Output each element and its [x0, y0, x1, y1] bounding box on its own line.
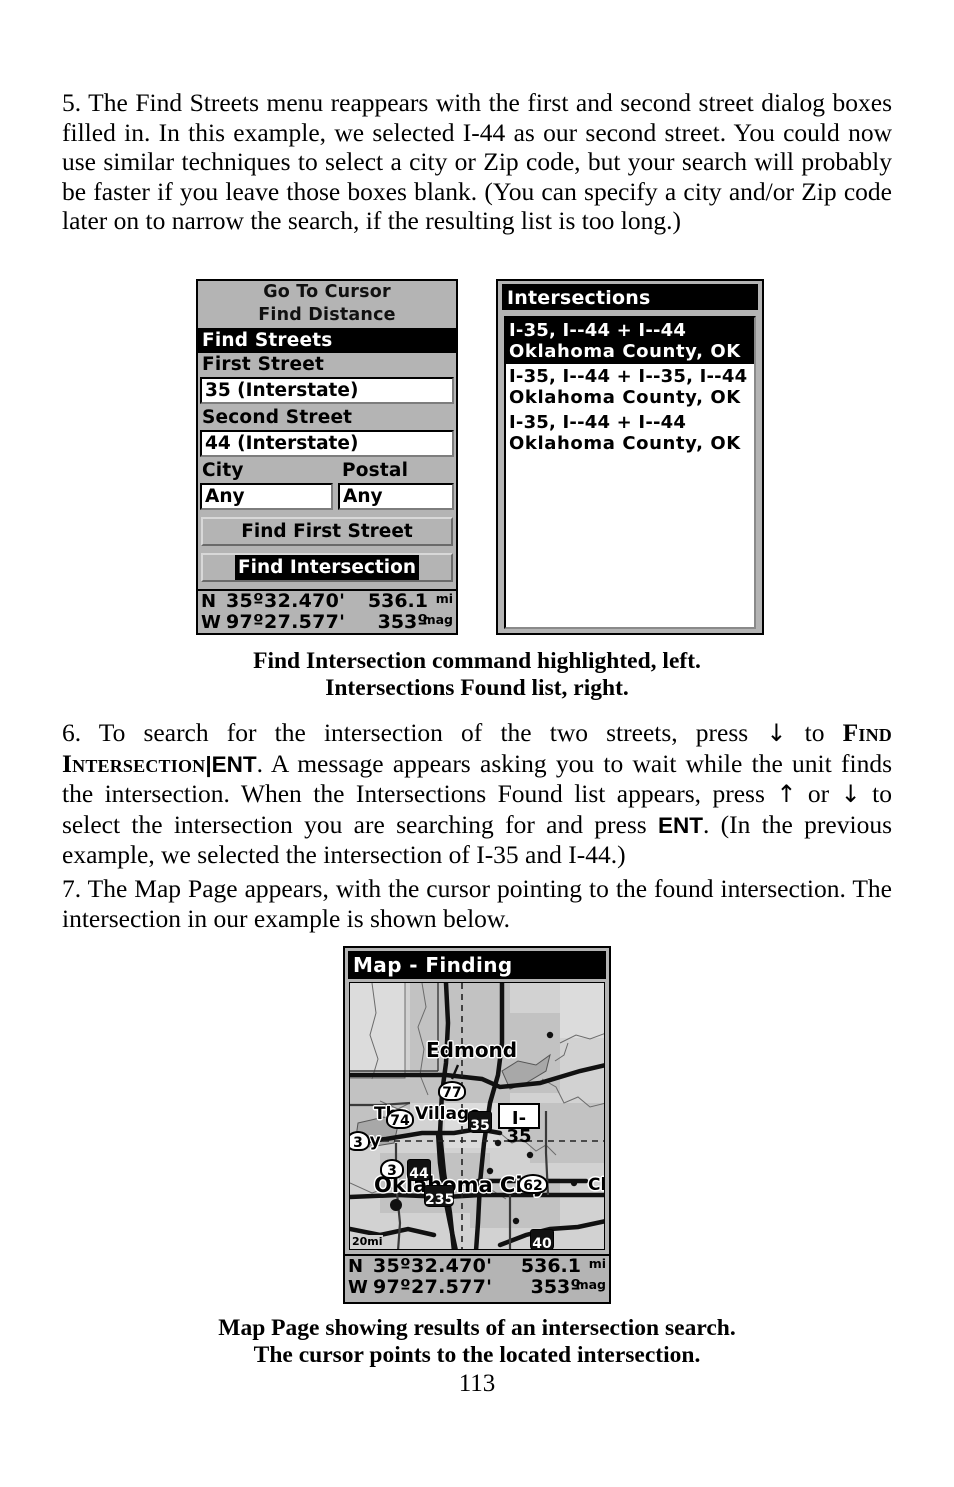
- shield-interstate-35: 35: [468, 1111, 492, 1133]
- figure-1-caption-line-1: Find Intersection command highlighted, l…: [253, 648, 701, 674]
- figure-1-caption: Find Intersection command highlighted, l…: [0, 648, 954, 701]
- map-label-ch: Ch: [588, 1175, 604, 1195]
- up-arrow-icon: ↑: [776, 780, 797, 809]
- waypoint-label-box: I-35: [498, 1103, 540, 1146]
- map-status-bar: N 35º32.470' 536.1 mi W 97º27.577' 353º …: [345, 1254, 609, 1300]
- map-bearing-unit: mag: [575, 1277, 606, 1292]
- longitude-value: 97º27.577': [226, 611, 346, 633]
- shield-us-62: 62: [518, 1174, 548, 1194]
- figure-1-caption-line-2: Intersections Found list, right.: [325, 674, 629, 701]
- figure-2-caption: Map Page showing results of an intersect…: [0, 1315, 954, 1368]
- figure-2-caption-line-2: The cursor points to the located interse…: [253, 1341, 701, 1368]
- paragraph-step-7: 7. The Map Page appears, with the cursor…: [62, 874, 892, 933]
- list-item-location: Oklahoma County, OK: [509, 387, 741, 408]
- latitude-value: 35º32.470': [226, 590, 346, 612]
- first-street-input[interactable]: 35 (Interstate): [200, 377, 454, 404]
- shield-us-3-west: 3: [350, 1131, 370, 1151]
- key-ent-2: ENT: [657, 812, 703, 838]
- list-item-streets: I-35, I--44 + I--44: [509, 320, 687, 341]
- second-street-label: Second Street: [198, 406, 456, 430]
- shield-interstate-235: 235: [424, 1185, 454, 1207]
- map-label-edmond: Edmond: [426, 1038, 518, 1062]
- intersections-found-screen: Intersections I-35, I--44 + I--44 Oklaho…: [496, 279, 764, 635]
- p6-text-d: or: [796, 779, 841, 809]
- map-scale-label: 20mi: [352, 1235, 383, 1248]
- map-page-title: Map - Finding Waypoint: [348, 951, 606, 1005]
- bearing-value: 353º: [377, 611, 428, 633]
- shield-us-74: 74: [386, 1109, 414, 1129]
- longitude-hemisphere: W: [201, 612, 221, 633]
- shield-interstate-40: 40: [530, 1229, 554, 1249]
- menu-item-find-distance[interactable]: Find Distance: [198, 304, 456, 327]
- menu-item-go-to-cursor[interactable]: Go To Cursor: [198, 281, 456, 304]
- list-item-location: Oklahoma County, OK: [509, 433, 741, 454]
- map-longitude-value: 97º27.577': [373, 1276, 493, 1298]
- find-streets-status-bar: N 35º32.470' 536.1 mi W 97º27.577' 353º …: [198, 589, 456, 633]
- first-street-label: First Street: [198, 353, 456, 377]
- find-streets-screen: Go To Cursor Find Distance Find Streets …: [196, 279, 458, 635]
- map-latitude-hemisphere: N: [348, 1256, 364, 1277]
- list-item-streets: I-35, I--44 + I--44: [509, 412, 687, 433]
- list-item[interactable]: I-35, I--44 + I--35, I--44 Oklahoma Coun…: [506, 364, 754, 410]
- down-arrow-icon: ↓: [766, 719, 787, 747]
- faded-menu-above: Go To Cursor Find Distance: [198, 281, 456, 327]
- p6-text-b: to: [786, 718, 843, 747]
- map-distance-value: 536.1: [520, 1255, 581, 1277]
- figure-2-caption-line-1: Map Page showing results of an intersect…: [218, 1315, 736, 1341]
- find-intersection-button-label: Find Intersection: [235, 555, 419, 580]
- find-intersection-button[interactable]: Find Intersection: [201, 553, 453, 582]
- postal-code-input[interactable]: Any: [338, 483, 454, 510]
- down-arrow-icon-2: ↓: [840, 780, 861, 809]
- shield-us-77: 77: [438, 1081, 466, 1101]
- list-item-streets: I-35, I--44 + I--35, I--44: [509, 366, 748, 387]
- city-input[interactable]: Any: [200, 483, 333, 510]
- map-latitude-value: 35º32.470': [373, 1255, 493, 1277]
- list-item[interactable]: I-35, I--44 + I--44 Oklahoma County, OK: [506, 410, 754, 456]
- intersections-list[interactable]: I-35, I--44 + I--44 Oklahoma County, OK …: [504, 316, 756, 629]
- paragraph-step-5: 5. The Find Streets menu reappears with …: [62, 88, 892, 236]
- distance-value: 536.1: [367, 590, 428, 612]
- second-street-input[interactable]: 44 (Interstate): [200, 430, 454, 457]
- list-item-location: Oklahoma County, OK: [509, 341, 741, 362]
- key-ent: ENT: [211, 751, 257, 777]
- find-first-street-button[interactable]: Find First Street: [201, 517, 453, 546]
- intersections-title: Intersections: [502, 284, 758, 310]
- map-bearing-value: 353º: [530, 1276, 581, 1298]
- p6-text-a: 6. To search for the intersection of the…: [62, 718, 767, 747]
- shield-us-3: 3: [380, 1159, 404, 1179]
- paragraph-step-6: 6. To search for the intersection of the…: [62, 718, 892, 870]
- page-number: 113: [458, 1370, 496, 1397]
- map-page-screen: Map - Finding Waypoint: [343, 946, 611, 1304]
- city-label: City: [198, 459, 338, 483]
- list-item[interactable]: I-35, I--44 + I--44 Oklahoma County, OK: [506, 318, 754, 364]
- menu-item-find-streets-highlighted[interactable]: Find Streets: [198, 328, 456, 353]
- manual-page: 5. The Find Streets menu reappears with …: [0, 0, 954, 1487]
- map-canvas[interactable]: Edmond The Village Oklahoma City any Ch …: [349, 982, 605, 1250]
- map-longitude-hemisphere: W: [348, 1277, 368, 1298]
- bearing-unit: mag: [422, 612, 453, 627]
- latitude-hemisphere: N: [201, 591, 217, 612]
- map-distance-unit: mi: [588, 1256, 606, 1271]
- distance-unit: mi: [435, 591, 453, 606]
- shield-interstate-44: 44: [407, 1159, 431, 1181]
